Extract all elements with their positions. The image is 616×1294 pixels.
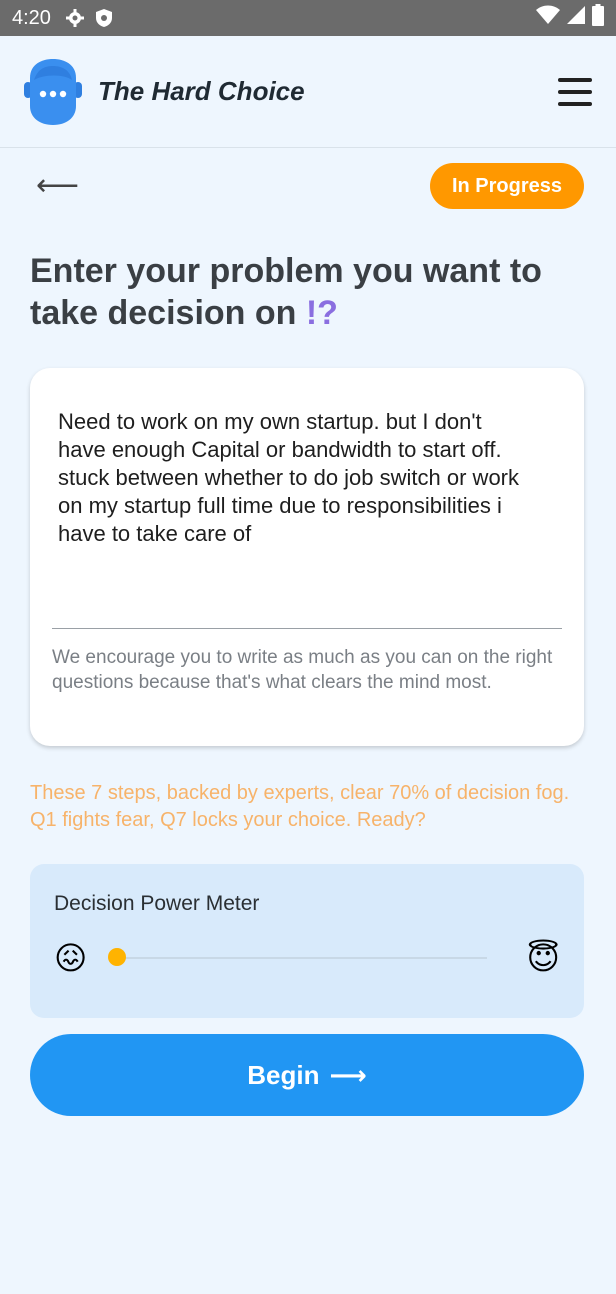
begin-button[interactable]: Begin ⟶ <box>30 1034 584 1116</box>
signal-icon <box>566 5 586 31</box>
meter-slider-thumb[interactable] <box>108 948 127 966</box>
app-title: The Hard Choice <box>98 76 305 106</box>
battery-icon <box>592 4 604 32</box>
status-badge: In Progress <box>429 163 584 209</box>
input-underline <box>52 628 562 629</box>
gear-icon <box>65 8 85 28</box>
decision-power-meter: Decision Power Meter 😖 😇 <box>30 864 584 1018</box>
status-bar: 4:20 <box>0 0 616 36</box>
question-text: Enter your problem you want to take deci… <box>30 252 542 332</box>
problem-input-card: Need to work on my own startup. but I do… <box>30 368 584 746</box>
arrow-right-icon: ⟶ <box>329 1059 367 1090</box>
shield-icon <box>95 8 113 28</box>
page-title: Enter your problem you want to take deci… <box>30 250 586 334</box>
problem-input[interactable]: Need to work on my own startup. but I do… <box>58 408 562 588</box>
question-accent: !? <box>305 294 338 332</box>
avatar-icon <box>24 58 82 126</box>
helper-text: We encourage you to write as much as you… <box>52 647 553 693</box>
sub-bar: ⟵ In Progress <box>0 154 616 218</box>
info-text: These 7 steps, backed by experts, clear … <box>30 782 570 831</box>
angel-face-icon: 😇 <box>526 939 560 977</box>
wifi-icon <box>536 5 560 31</box>
meter-slider[interactable] <box>108 948 487 966</box>
begin-button-label: Begin <box>247 1059 320 1090</box>
hamburger-menu-icon[interactable] <box>558 77 592 106</box>
back-arrow-icon[interactable]: ⟵ <box>36 171 79 201</box>
meter-title: Decision Power Meter <box>54 892 260 915</box>
status-time: 4:20 <box>12 6 51 29</box>
app-header: The Hard Choice <box>0 36 616 148</box>
meter-row: 😖 😇 <box>54 942 560 974</box>
confounded-face-icon: 😖 <box>54 939 88 977</box>
